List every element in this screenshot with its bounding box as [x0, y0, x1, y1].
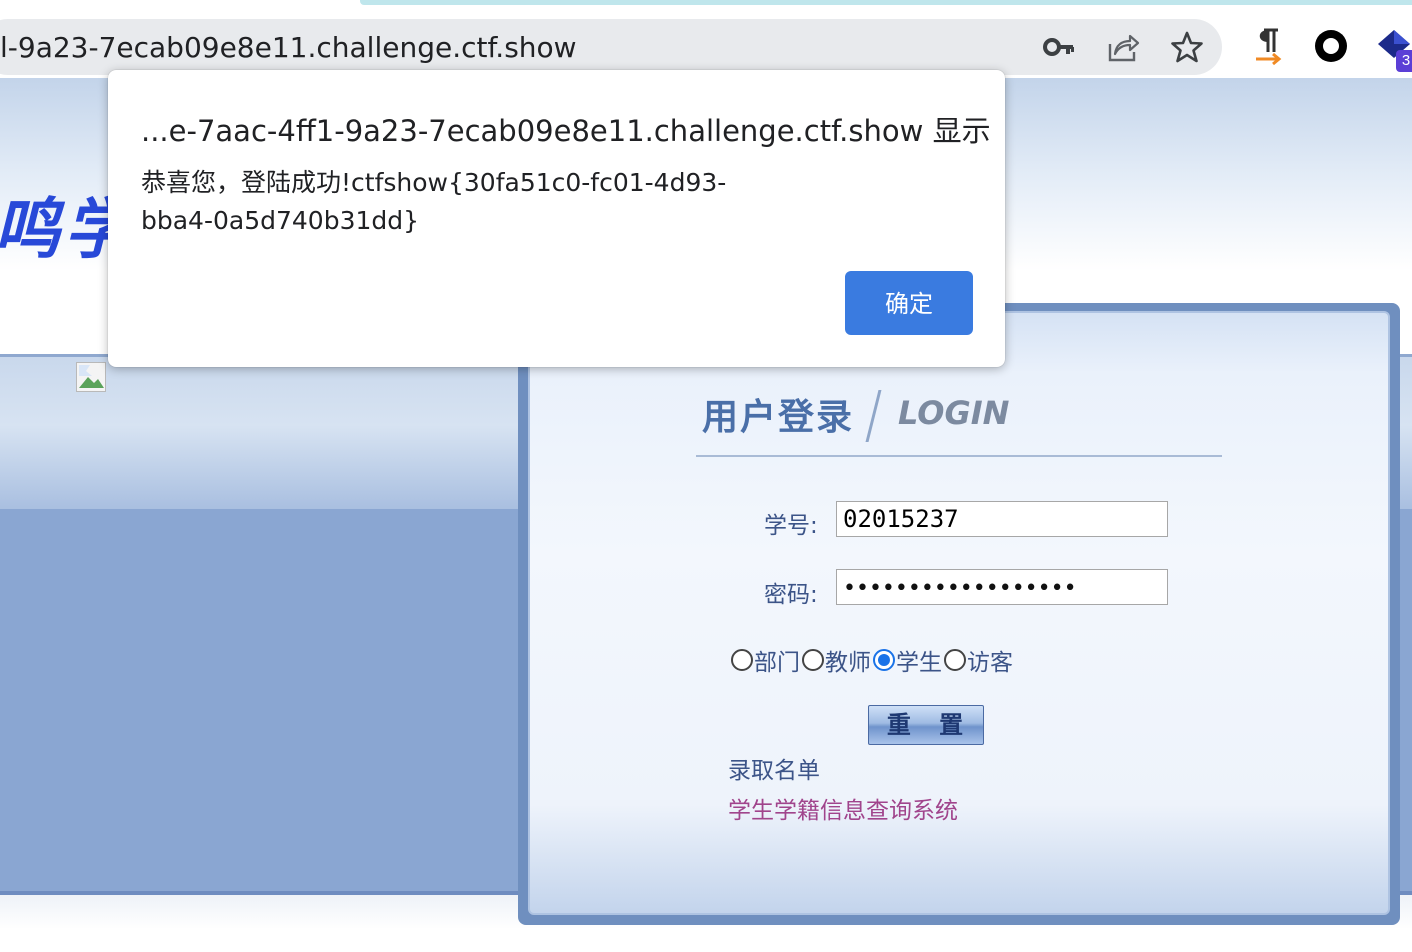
- student-id-input[interactable]: 02015237: [836, 501, 1168, 537]
- key-icon[interactable]: [1042, 30, 1076, 64]
- reset-button[interactable]: 重 置: [868, 705, 984, 745]
- alert-dialog: ...e-7aac-4ff1-9a23-7ecab09e8e11.challen…: [108, 70, 1005, 367]
- share-icon[interactable]: [1106, 30, 1140, 64]
- dialog-title: ...e-7aac-4ff1-9a23-7ecab09e8e11.challen…: [141, 114, 991, 148]
- login-title-en: LOGIN: [898, 394, 1010, 432]
- star-icon[interactable]: [1170, 30, 1204, 64]
- role-radio-student[interactable]: [873, 649, 895, 671]
- browser-toolbar: l-9a23-7ecab09e8e11.challenge.ctf.show 3: [0, 6, 1412, 78]
- role-label-student[interactable]: 学生: [896, 643, 942, 677]
- role-radio-visitor[interactable]: [944, 649, 966, 671]
- url-text[interactable]: l-9a23-7ecab09e8e11.challenge.ctf.show: [0, 26, 577, 70]
- ok-button[interactable]: 确定: [845, 271, 973, 335]
- role-label-dept[interactable]: 部门: [754, 643, 800, 677]
- password-mask: ••••••••••••••••••: [843, 576, 1077, 601]
- role-label-visitor[interactable]: 访客: [967, 643, 1013, 677]
- role-radio-teacher[interactable]: [802, 649, 824, 671]
- pilcrow-extension-icon[interactable]: [1248, 26, 1288, 66]
- title-underline: [696, 455, 1222, 457]
- password-label: 密码:: [764, 582, 818, 608]
- role-label-teacher[interactable]: 教师: [825, 643, 871, 677]
- extension-badge: 3: [1396, 50, 1412, 72]
- login-title: 用户登录: [702, 397, 855, 438]
- active-tab-accent: [360, 0, 1412, 5]
- student-info-system-link[interactable]: 学生学籍信息查询系统: [728, 791, 958, 825]
- circle-extension-icon[interactable]: [1311, 26, 1351, 66]
- admission-list-link[interactable]: 录取名单: [728, 751, 820, 785]
- password-input[interactable]: ••••••••••••••••••: [836, 569, 1168, 605]
- student-id-label: 学号:: [764, 513, 818, 539]
- role-radio-dept[interactable]: [731, 649, 753, 671]
- dialog-message: 恭喜您，登陆成功!ctfshow{30fa51c0-fc01-4d93-bba4…: [141, 168, 727, 235]
- broken-image-icon: [76, 362, 106, 392]
- role-radio-group: 部门 教师 学生 访客: [731, 643, 1015, 679]
